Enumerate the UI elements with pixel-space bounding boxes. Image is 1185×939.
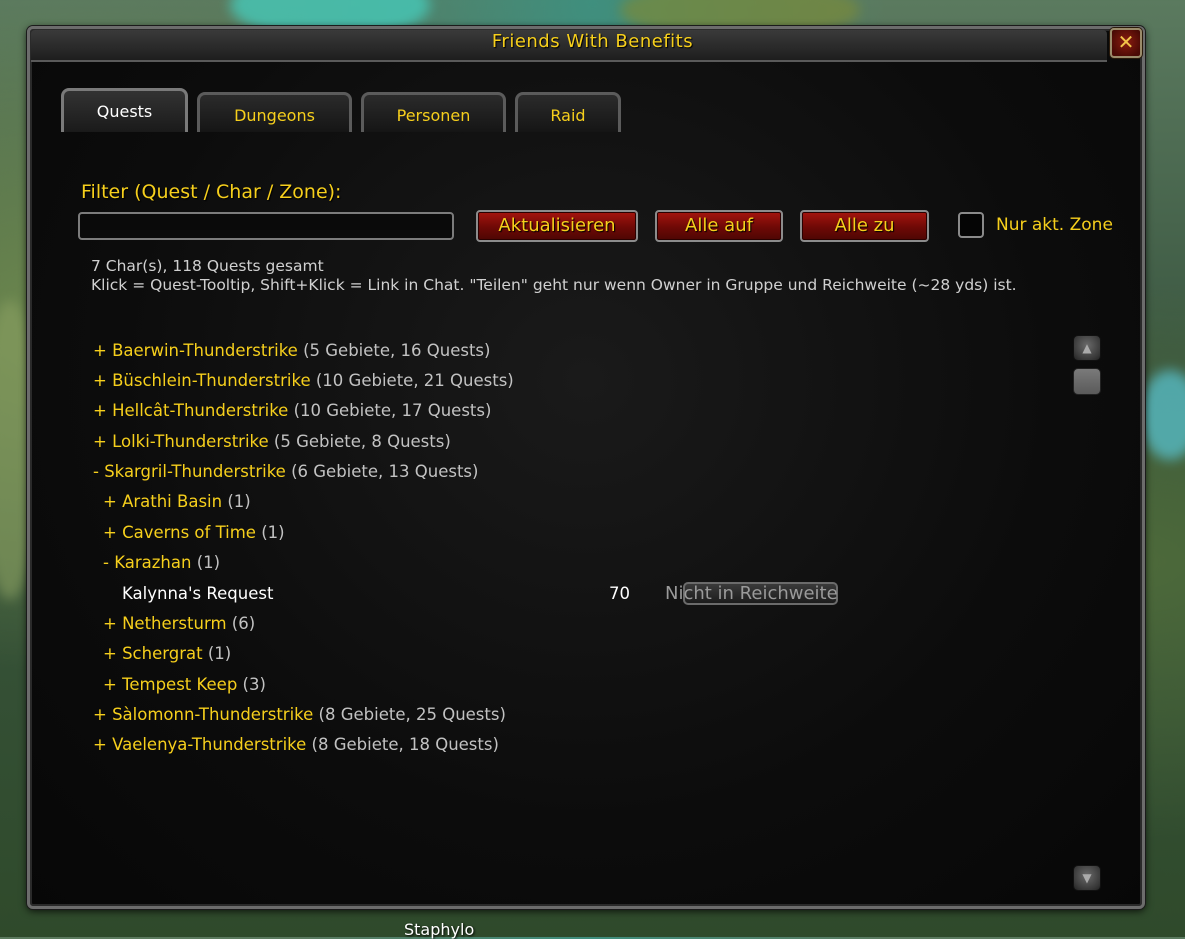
tree-row-zone[interactable]: + Caverns of Time (1) — [103, 523, 285, 542]
expand-toggle: + — [93, 705, 113, 724]
char-name: Skargril-Thunderstrike — [104, 462, 286, 481]
zone-name: Karazhan — [114, 553, 192, 572]
tab-label: Quests — [96, 102, 153, 121]
summary-text: 7 Char(s), 118 Quests gesamt Klick = Que… — [91, 257, 1051, 295]
char-count: (8 Gebiete, 18 Quests) — [311, 735, 499, 754]
tab-quests[interactable]: Quests — [61, 88, 188, 132]
char-name: Sàlomonn-Thunderstrike — [112, 705, 314, 724]
current-zone-label: Nur akt. Zone — [996, 215, 1113, 235]
char-count: (10 Gebiete, 17 Quests) — [293, 401, 492, 420]
tree-row-char[interactable]: + Büschlein-Thunderstrike (10 Gebiete, 2… — [93, 371, 514, 390]
tree-row-char[interactable]: + Baerwin-Thunderstrike (5 Gebiete, 16 Q… — [93, 341, 490, 360]
char-count: (5 Gebiete, 8 Quests) — [273, 432, 451, 451]
expand-toggle: + — [103, 523, 123, 542]
zone-name: Schergrat — [122, 644, 203, 663]
refresh-button[interactable]: Aktualisieren — [476, 210, 638, 242]
background-foliage — [1140, 370, 1185, 460]
tree-row-zone[interactable]: - Karazhan (1) — [103, 553, 220, 572]
tab-dungeons[interactable]: Dungeons — [197, 92, 352, 132]
zone-count: (1) — [207, 644, 232, 663]
expand-all-button-label: Alle auf — [685, 215, 753, 236]
zone-count: (1) — [261, 523, 285, 542]
zone-name: Nethersturm — [122, 614, 227, 633]
expand-toggle: + — [103, 644, 123, 663]
zone-name: Arathi Basin — [122, 492, 223, 511]
expand-toggle: + — [93, 735, 113, 754]
char-count: (10 Gebiete, 21 Quests) — [315, 371, 514, 390]
player-nameplate: Staphylo — [404, 920, 475, 939]
tree-row-zone[interactable]: + Tempest Keep (3) — [103, 675, 266, 694]
tree-row-zone[interactable]: + Nethersturm (6) — [103, 614, 255, 633]
tree-row-char[interactable]: + Hellcât-Thunderstrike (10 Gebiete, 17 … — [93, 401, 491, 420]
tree-row-zone[interactable]: + Arathi Basin (1) — [103, 492, 251, 511]
tab-label: Raid — [550, 106, 586, 125]
scroll-up-button[interactable]: ▲ — [1073, 335, 1101, 361]
quest-level: 70 — [609, 584, 630, 603]
zone-count: (6) — [231, 614, 256, 633]
expand-toggle: + — [103, 614, 123, 633]
chevron-up-icon: ▲ — [1082, 341, 1092, 355]
expand-toggle: + — [93, 432, 113, 451]
collapse-toggle: - — [103, 553, 115, 572]
close-icon: ✕ — [1117, 30, 1135, 54]
expand-toggle: + — [93, 371, 113, 390]
zone-count: (3) — [242, 675, 266, 694]
tab-label: Personen — [396, 106, 471, 125]
window-title: Friends With Benefits — [491, 31, 694, 52]
filter-label: Filter (Quest / Char / Zone): — [81, 181, 342, 203]
tree-row-char[interactable]: - Skargril-Thunderstrike (6 Gebiete, 13 … — [93, 462, 478, 481]
scroll-down-button[interactable]: ▼ — [1073, 865, 1101, 891]
tree-row-char[interactable]: + Lolki-Thunderstrike (5 Gebiete, 8 Ques… — [93, 432, 451, 451]
refresh-button-label: Aktualisieren — [498, 215, 616, 236]
collapse-all-button[interactable]: Alle zu — [800, 210, 929, 242]
tree-row-char[interactable]: + Sàlomonn-Thunderstrike (8 Gebiete, 25 … — [93, 705, 506, 724]
char-count: (8 Gebiete, 25 Quests) — [318, 705, 506, 724]
close-button[interactable]: ✕ — [1110, 28, 1142, 58]
chevron-down-icon: ▼ — [1082, 871, 1092, 885]
expand-toggle: + — [93, 401, 113, 420]
char-name: Hellcât-Thunderstrike — [112, 401, 289, 420]
char-count: (6 Gebiete, 13 Quests) — [291, 462, 479, 481]
scroll-thumb[interactable] — [1073, 368, 1101, 395]
filter-input[interactable] — [78, 212, 454, 240]
char-count: (5 Gebiete, 16 Quests) — [303, 341, 491, 360]
zone-count: (1) — [196, 553, 221, 572]
tree-row-char[interactable]: + Vaelenya-Thunderstrike (8 Gebiete, 18 … — [93, 735, 499, 754]
zone-count: (1) — [227, 492, 251, 511]
tree-row-zone[interactable]: + Schergrat (1) — [103, 644, 231, 663]
tab-raid[interactable]: Raid — [515, 92, 621, 132]
quest-title[interactable]: Kalynna's Request — [122, 584, 273, 603]
expand-toggle: + — [103, 675, 123, 694]
zone-name: Caverns of Time — [122, 523, 256, 542]
current-zone-checkbox[interactable] — [958, 212, 984, 238]
tab-personen[interactable]: Personen — [361, 92, 506, 132]
expand-toggle: + — [93, 341, 113, 360]
summary-help: Klick = Quest-Tooltip, Shift+Klick = Lin… — [91, 276, 1017, 294]
expand-toggle: + — [103, 492, 123, 511]
char-name: Vaelenya-Thunderstrike — [112, 735, 307, 754]
collapse-toggle: - — [93, 462, 105, 481]
summary-count: 7 Char(s), 118 Quests gesamt — [91, 257, 324, 275]
zone-name: Tempest Keep — [122, 675, 238, 694]
char-name: Baerwin-Thunderstrike — [112, 341, 298, 360]
collapse-all-button-label: Alle zu — [834, 215, 895, 236]
tab-label: Dungeons — [234, 106, 315, 125]
expand-all-button[interactable]: Alle auf — [655, 210, 783, 242]
share-status-label: Nicht in Reichweite — [665, 583, 838, 604]
char-name: Lolki-Thunderstrike — [112, 432, 269, 451]
char-name: Büschlein-Thunderstrike — [112, 371, 311, 390]
